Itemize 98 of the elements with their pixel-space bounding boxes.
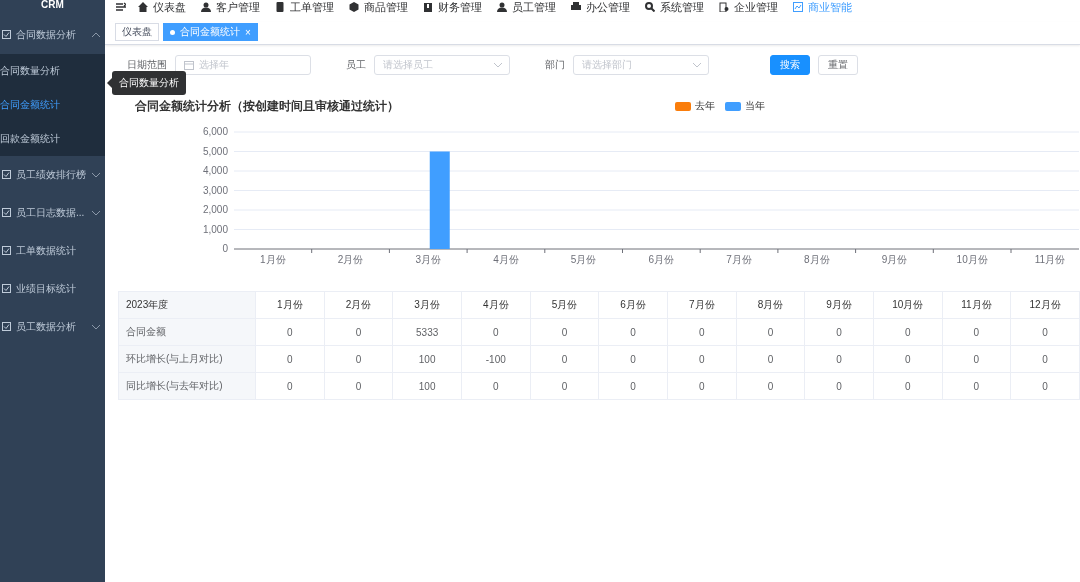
axis-label: 3,000 <box>202 184 228 196</box>
field-label: 部门 <box>545 58 565 72</box>
column-header: 7月份 <box>667 291 737 319</box>
axis-label: 9月份 <box>881 254 908 265</box>
table-cell: 0 <box>530 345 599 373</box>
axis-label: 5,000 <box>202 145 228 157</box>
table-cell: 5333 <box>392 318 462 346</box>
column-header: 11月份 <box>942 291 1011 319</box>
table-cell: 0 <box>530 318 599 346</box>
column-header: 2月份 <box>324 291 393 319</box>
table-cell: 0 <box>804 372 874 400</box>
table-cell: 0 <box>736 345 805 373</box>
chart-title: 合同金额统计分析（按创建时间且审核通过统计） <box>135 98 400 115</box>
axis-label: 1月份 <box>260 254 286 265</box>
nav-item[interactable]: 系统管理 <box>645 0 704 14</box>
sidebar-item[interactable]: 工单数据统计 <box>0 232 105 270</box>
table-cell: 0 <box>942 345 1011 373</box>
axis-label: 4月份 <box>493 254 519 265</box>
nav-item[interactable]: 员工管理 <box>497 0 556 14</box>
nav-item[interactable]: 商品管理 <box>349 0 408 14</box>
row-header: 同比增长(与去年对比) <box>118 372 256 400</box>
nav-item[interactable]: 工单管理 <box>275 0 334 14</box>
table-cell: 0 <box>461 318 531 346</box>
sidebar-item[interactable]: 业绩目标统计 <box>0 270 105 308</box>
table-cell: 0 <box>1010 372 1080 400</box>
submenu-item[interactable]: 回款金额统计 <box>0 122 105 156</box>
table-cell: 0 <box>598 318 668 346</box>
field-label: 员工 <box>346 58 366 72</box>
table-cell: 0 <box>736 372 805 400</box>
axis-label: 5月份 <box>570 254 597 265</box>
sidebar-item[interactable]: 员工绩效排行榜 <box>0 156 105 194</box>
axis-label: 6,000 <box>202 126 228 137</box>
table-cell: 0 <box>667 318 737 346</box>
axis-label: 2,000 <box>202 204 228 215</box>
axis-label: 8月份 <box>803 254 830 265</box>
table-cell: 0 <box>598 345 668 373</box>
table-cell: 0 <box>942 318 1011 346</box>
table-cell: 0 <box>667 372 737 400</box>
column-header: 12月份 <box>1010 291 1080 319</box>
table-cell: 0 <box>324 372 393 400</box>
sidebar-item[interactable]: 合同数据分析 <box>0 16 105 54</box>
table-cell: 0 <box>324 345 393 373</box>
column-header: 4月份 <box>461 291 531 319</box>
axis-label: 0 <box>222 243 228 254</box>
field-label: 日期范围 <box>127 58 167 72</box>
table-cell: 0 <box>873 345 943 373</box>
column-header: 8月份 <box>736 291 805 319</box>
column-header: 10月份 <box>873 291 943 319</box>
axis-label: 11月份 <box>1034 254 1066 265</box>
column-header: 1月份 <box>255 291 325 319</box>
table-cell: 100 <box>392 372 462 400</box>
nav-item[interactable]: 客户管理 <box>201 0 260 14</box>
nav-item[interactable]: 企业管理 <box>719 0 778 14</box>
table-cell: 0 <box>324 318 393 346</box>
table-cell: 0 <box>736 318 805 346</box>
submenu-item[interactable]: 合同数量分析 <box>0 54 105 88</box>
sidebar-item[interactable]: 员工日志数据... <box>0 194 105 232</box>
column-header: 3月份 <box>392 291 462 319</box>
column-header: 6月份 <box>598 291 668 319</box>
row-header: 合同金额 <box>118 318 256 346</box>
table-cell: 0 <box>873 372 943 400</box>
nav-item[interactable]: 仪表盘 <box>138 0 186 14</box>
axis-label: 4,000 <box>202 165 228 176</box>
table-cell: 0 <box>461 372 531 400</box>
sidebar-item[interactable]: 员工数据分析 <box>0 308 105 346</box>
table-cell: 0 <box>255 372 325 400</box>
axis-label: 6月份 <box>648 254 675 265</box>
table-cell: 0 <box>1010 318 1080 346</box>
table-cell: 0 <box>255 318 325 346</box>
table-cell: 0 <box>598 372 668 400</box>
table-cell: 0 <box>942 372 1011 400</box>
nav-item[interactable]: 办公管理 <box>571 0 630 14</box>
column-header: 9月份 <box>804 291 874 319</box>
brand-logo-text: CRM <box>40 0 65 12</box>
axis-label: 2月份 <box>337 254 364 265</box>
table-cell: 0 <box>1010 345 1080 373</box>
nav-item[interactable]: 财务管理 <box>423 0 482 14</box>
page-tab[interactable]: 仪表盘 <box>115 23 159 41</box>
table-cell: -100 <box>461 345 531 373</box>
legend-label[interactable]: 当年 <box>745 99 765 113</box>
axis-label: 10月份 <box>956 254 988 265</box>
table-cell: 0 <box>530 372 599 400</box>
table-cell: 0 <box>667 345 737 373</box>
legend-label[interactable]: 去年 <box>695 99 715 113</box>
reset-button[interactable]: 重置 <box>818 55 858 75</box>
column-header: 5月份 <box>530 291 599 319</box>
table-cell: 100 <box>392 345 462 373</box>
axis-label: 1,000 <box>202 223 228 235</box>
row-header: 环比增长(与上月对比) <box>118 345 256 373</box>
table-cell: 0 <box>804 345 874 373</box>
table-cell: 0 <box>804 318 874 346</box>
column-header: 2023年度 <box>118 291 256 319</box>
axis-label: 3月份 <box>415 254 442 265</box>
table-cell: 0 <box>255 345 325 373</box>
axis-label: 7月份 <box>726 254 752 265</box>
submenu-item[interactable]: 合同金额统计 <box>0 88 105 122</box>
table-cell: 0 <box>873 318 943 346</box>
tooltip: 合同数量分析 <box>107 71 186 95</box>
